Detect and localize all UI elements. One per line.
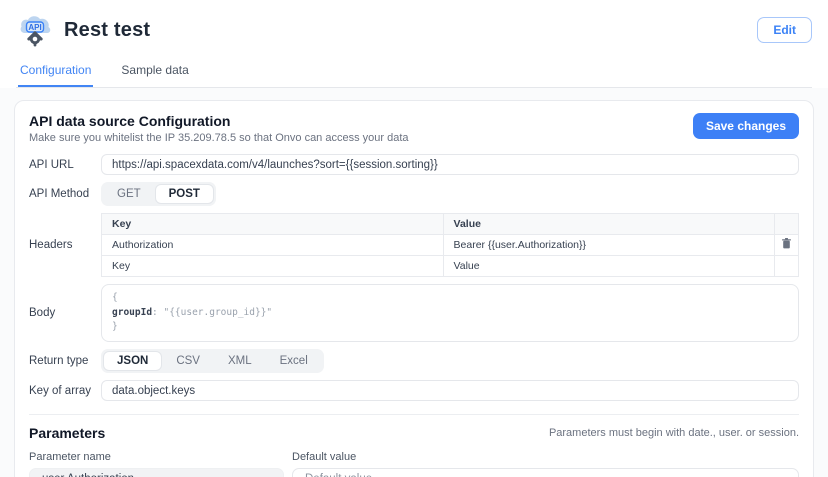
body-code-editor[interactable]: { groupId: "{{user.group_id}}" } [101, 284, 799, 342]
api-url-label: API URL [29, 159, 101, 171]
new-header-value-input[interactable]: Value [443, 256, 774, 277]
headers-col-key: Key [102, 214, 444, 235]
parameter-default-value-input[interactable] [292, 468, 799, 477]
headers-table-header-row: Key Value [102, 214, 799, 235]
configuration-card: API data source Configuration Make sure … [14, 100, 814, 477]
new-header-key-input[interactable]: Key [102, 256, 444, 277]
whitelist-note: Make sure you whitelist the IP 35.209.78… [29, 132, 409, 144]
header-row: Authorization Bearer {{user.Authorizatio… [102, 235, 799, 256]
header-key-cell[interactable]: Authorization [102, 235, 444, 256]
headers-label: Headers [29, 239, 101, 251]
key-of-array-input[interactable] [101, 380, 799, 401]
key-of-array-label: Key of array [29, 385, 101, 397]
headers-col-actions [775, 214, 799, 235]
delete-header-row-button[interactable] [782, 238, 791, 249]
parameter-row [29, 468, 799, 477]
api-cloud-gear-icon: API [16, 11, 54, 49]
api-method-segmented: GET POST [101, 182, 216, 206]
section-divider [29, 414, 799, 415]
header-new-row: Key Value [102, 256, 799, 277]
parameter-name-input [29, 468, 284, 477]
parameters-hint: Parameters must begin with date., user. … [549, 427, 799, 439]
save-changes-button[interactable]: Save changes [693, 113, 799, 139]
body-code-line: groupId: "{{user.group_id}}" [112, 306, 788, 321]
return-type-option-excel[interactable]: Excel [266, 351, 322, 371]
return-type-option-csv[interactable]: CSV [162, 351, 214, 371]
body-label: Body [29, 307, 101, 319]
default-value-column-label: Default value [292, 451, 356, 463]
card-title: API data source Configuration [29, 113, 409, 129]
tab-sample-data[interactable]: Sample data [119, 59, 190, 87]
body-code-line: } [112, 320, 788, 335]
parameters-title: Parameters [29, 425, 105, 441]
page-header: API Rest test Edit Configuration Sample … [0, 0, 828, 88]
api-url-input[interactable] [101, 154, 799, 175]
header-value-cell[interactable]: Bearer {{user.Authorization}} [443, 235, 774, 256]
api-method-option-post[interactable]: POST [155, 184, 214, 204]
body-code-line: { [112, 291, 788, 306]
return-type-option-xml[interactable]: XML [214, 351, 266, 371]
return-type-label: Return type [29, 355, 101, 367]
api-method-option-get[interactable]: GET [103, 184, 155, 204]
api-method-label: API Method [29, 188, 101, 200]
svg-text:API: API [28, 23, 41, 32]
edit-button[interactable]: Edit [757, 17, 812, 43]
trash-icon [782, 238, 791, 249]
tab-configuration[interactable]: Configuration [18, 59, 93, 87]
headers-table: Key Value Authorization Bearer {{user.Au… [101, 213, 799, 277]
return-type-segmented: JSON CSV XML Excel [101, 349, 324, 373]
page-title: Rest test [64, 19, 150, 42]
headers-col-value: Value [443, 214, 774, 235]
tab-bar: Configuration Sample data [16, 59, 812, 88]
page-body: API data source Configuration Make sure … [0, 88, 828, 477]
parameter-name-column-label: Parameter name [29, 451, 284, 463]
return-type-option-json[interactable]: JSON [103, 351, 162, 371]
